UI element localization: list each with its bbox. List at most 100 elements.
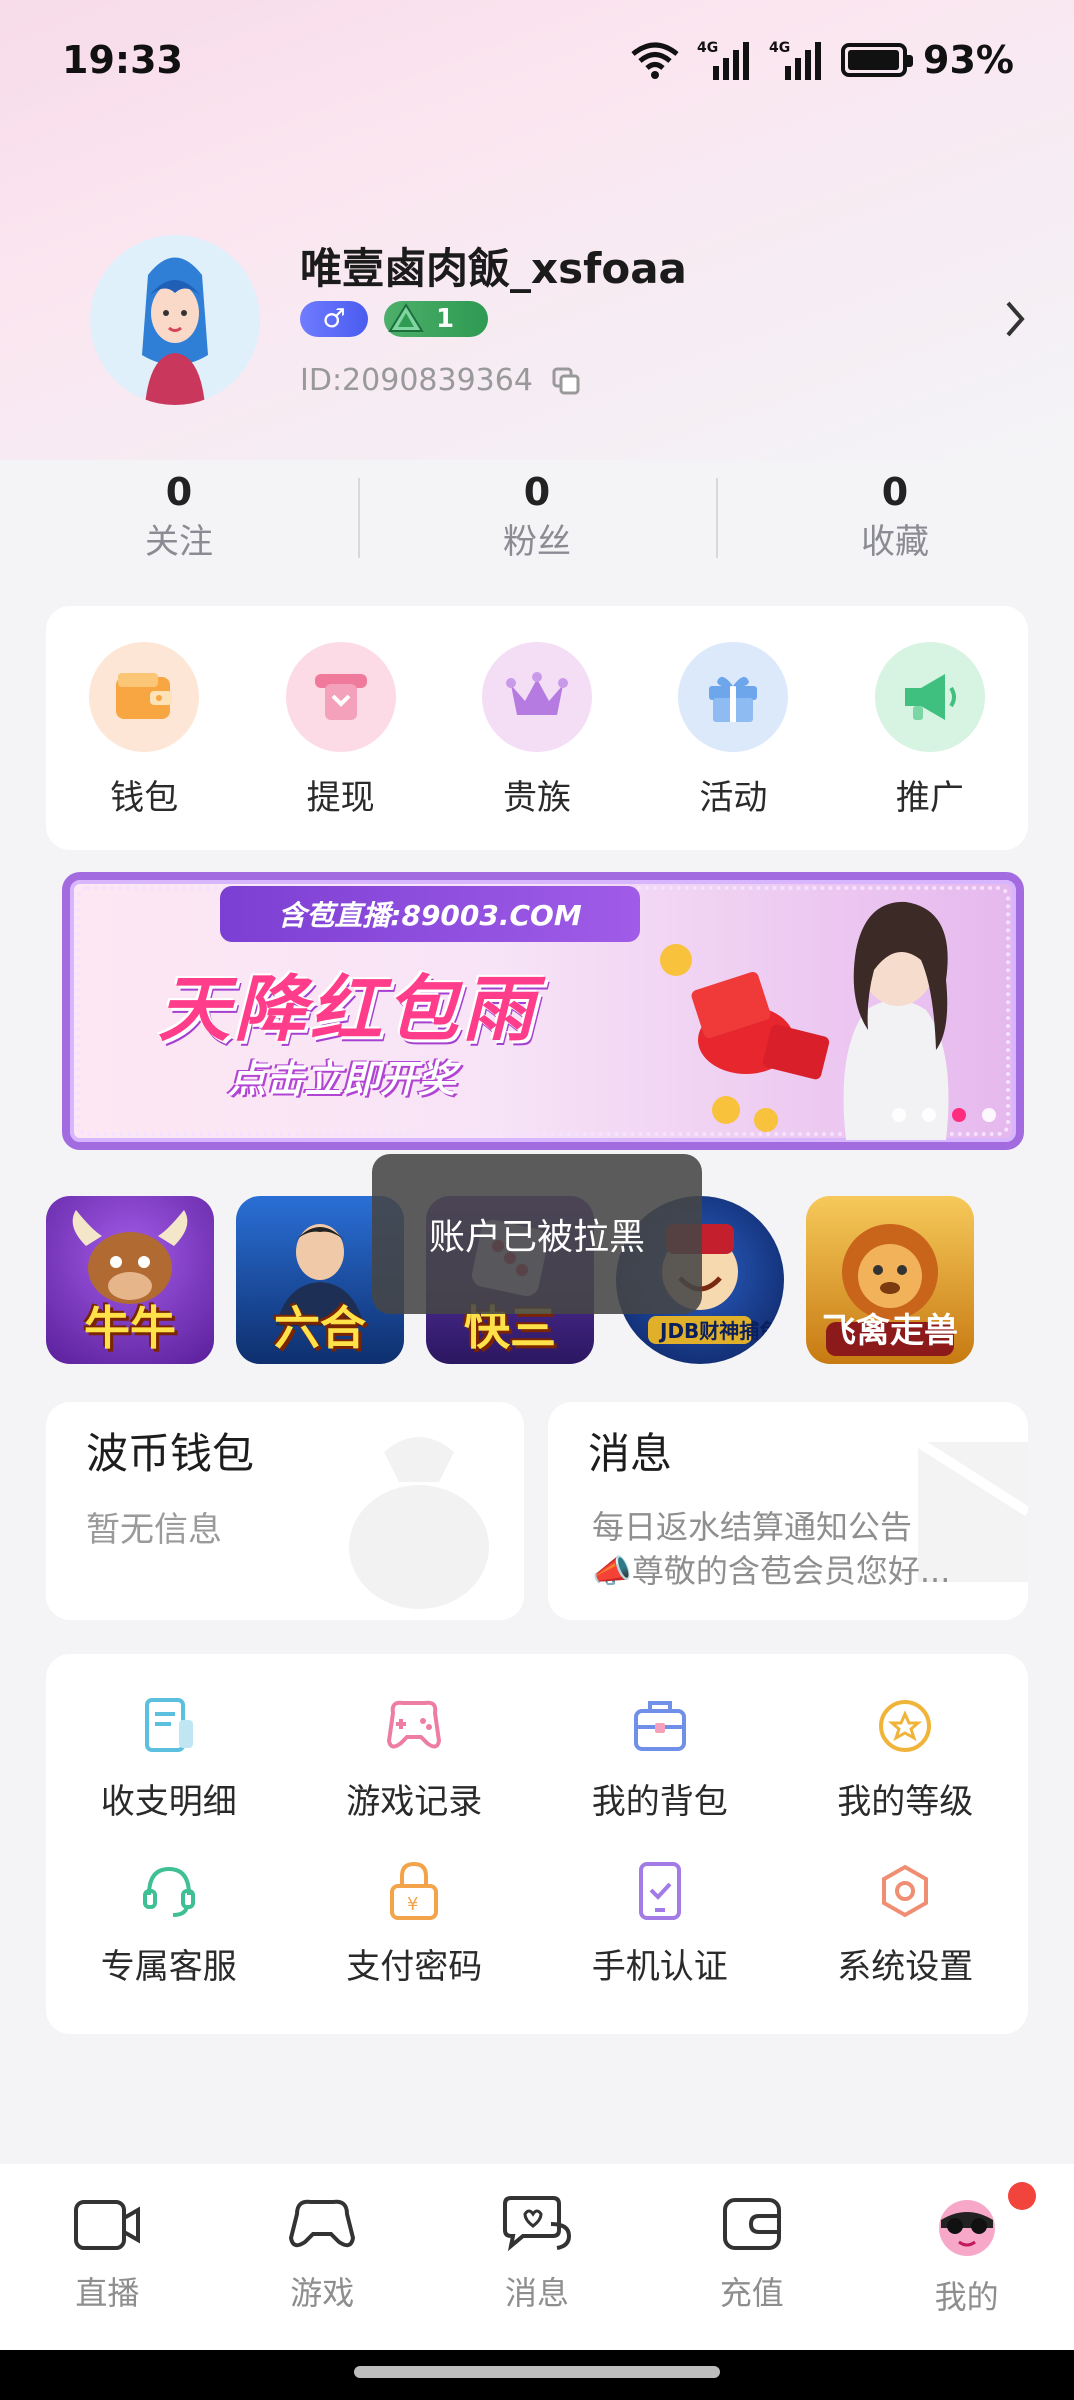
copy-icon[interactable] [551, 366, 581, 396]
menu-item-label: 支付密码 [346, 1947, 483, 1987]
menu-item-settings[interactable]: 系统设置 [783, 1859, 1029, 1988]
stat-fans[interactable]: 0 粉丝 [358, 470, 716, 570]
gamepad-icon [289, 2199, 356, 2248]
tab-messages[interactable]: 消息 [430, 2164, 645, 2350]
menu-item-label: 我的等级 [837, 1782, 974, 1822]
pager-dot [922, 1108, 936, 1122]
quick-action-nobility[interactable]: 贵族 [439, 642, 635, 850]
quick-action-wallet[interactable]: 钱包 [46, 642, 242, 850]
menu-item-label: 游戏记录 [346, 1782, 483, 1822]
menu-item-label: 系统设置 [837, 1947, 974, 1987]
menu-item-label: 手机认证 [591, 1947, 728, 1987]
tab-games[interactable]: 游戏 [215, 2164, 430, 2350]
message-card[interactable]: 消息 每日返水结算通知公告 📣尊敬的含苞会员您好... [548, 1402, 1028, 1620]
user-id-row: ID:2090839364 [300, 363, 581, 398]
menu-item-bill[interactable]: 收支明细 [46, 1694, 292, 1823]
menu-item-label: 专属客服 [100, 1947, 237, 1987]
feiqin-game-icon[interactable]: 飞禽走兽 [806, 1196, 974, 1364]
menu-item-backpack[interactable]: 我的背包 [537, 1694, 783, 1823]
menu-grid-card: 收支明细 游戏记录 我的背包 我的等级 专属客服 ¥ 支付密码 手机认证 系统设… [46, 1654, 1028, 2034]
quick-action-label: 推广 [895, 778, 964, 818]
user-id: ID:2090839364 [300, 363, 533, 398]
quick-action-promote[interactable]: 推广 [832, 642, 1028, 850]
message-line-1: 每日返水结算通知公告 [592, 1508, 913, 1546]
status-time: 19:33 [62, 38, 183, 82]
wallet-card-title: 波币钱包 [86, 1429, 255, 1478]
svg-text:¥: ¥ [407, 1894, 418, 1915]
coin-wallet-card[interactable]: 波币钱包 暂无信息 [46, 1402, 524, 1620]
chat-icon [502, 2196, 571, 2252]
wallet-card-subtitle: 暂无信息 [86, 1510, 222, 1550]
gift-icon [678, 642, 789, 752]
crown-icon [482, 642, 593, 752]
stat-label: 关注 [145, 522, 213, 562]
menu-item-payment-password[interactable]: ¥ 支付密码 [292, 1859, 538, 1988]
svg-text:JDB财神捕鱼: JDB财神捕鱼 [658, 1319, 779, 1343]
tab-recharge[interactable]: 充值 [644, 2164, 859, 2350]
menu-grid: 收支明细 游戏记录 我的背包 我的等级 专属客服 ¥ 支付密码 手机认证 系统设… [46, 1694, 1028, 1988]
chevron-right-icon[interactable] [1000, 297, 1030, 341]
status-icons: 4G 4G 93% [629, 38, 1014, 82]
tab-live[interactable]: 直播 [0, 2164, 215, 2350]
signal-icon-1: 4G [697, 40, 750, 80]
money-bag-watermark-icon [349, 1437, 489, 1609]
level-badge: 1 [384, 301, 488, 337]
tab-label: 直播 [75, 2274, 140, 2312]
message-line-2: 📣尊敬的含苞会员您好... [592, 1552, 951, 1590]
signal-icon-2: 4G [769, 40, 822, 80]
svg-text:4G: 4G [697, 40, 718, 56]
menu-item-support[interactable]: 专属客服 [46, 1859, 292, 1988]
quick-action-activity[interactable]: 活动 [635, 642, 831, 850]
gamepad-icon [382, 1694, 446, 1758]
quick-action-label: 钱包 [110, 778, 179, 818]
menu-item-label: 我的背包 [591, 1782, 728, 1822]
stat-label: 收藏 [861, 522, 929, 562]
bag-icon [628, 1694, 692, 1758]
stat-favorites[interactable]: 0 收藏 [716, 470, 1074, 570]
lock-icon: ¥ [382, 1859, 446, 1923]
bill-icon [137, 1694, 201, 1758]
message-card-title: 消息 [588, 1429, 673, 1478]
stat-label: 粉丝 [503, 522, 571, 562]
promo-banner[interactable]: 含苞直播:89003.COM 天降红包雨 点击立即开奖 [62, 872, 1024, 1150]
wifi-icon [631, 42, 679, 79]
avatar-illustration [90, 235, 260, 405]
quick-action-label: 提现 [306, 778, 375, 818]
male-icon: ♂ [322, 304, 346, 334]
tab-label: 我的 [934, 2278, 999, 2316]
stat-follow[interactable]: 0 关注 [0, 470, 358, 570]
pager-dot-active [952, 1108, 966, 1122]
tab-mine[interactable]: 我的 [859, 2164, 1074, 2350]
home-indicator[interactable] [354, 2366, 720, 2378]
banner-image [660, 901, 949, 1140]
level-gem-icon [388, 303, 424, 332]
avatar[interactable] [90, 235, 260, 405]
quick-action-label: 活动 [699, 778, 768, 818]
video-icon [74, 2200, 141, 2250]
tab-label: 消息 [504, 2274, 569, 2312]
battery-icon [841, 43, 914, 77]
banner-subtitle: 点击立即开奖 [228, 1057, 457, 1101]
profile-header[interactable]: 唯壹鹵肉飯_xsfoaa ♂ 1 ID:2090839364 [90, 235, 1030, 405]
menu-item-phone-auth[interactable]: 手机认证 [537, 1859, 783, 1988]
wallet-icon [722, 2198, 781, 2250]
wallet-icon [89, 642, 200, 752]
withdraw-icon [285, 642, 396, 752]
bottom-tab-bar: 直播 游戏 消息 充值 我的 [0, 2164, 1074, 2350]
status-bar: 19:33 4G 4G 93% [0, 0, 1074, 120]
stat-value: 0 [523, 470, 551, 514]
banner-pager [892, 1108, 996, 1122]
game-label: 飞禽走兽 [822, 1311, 958, 1351]
svg-text:4G: 4G [769, 40, 790, 56]
level-value: 1 [436, 304, 455, 334]
phone-check-icon [628, 1859, 692, 1923]
niuniu-game-icon[interactable]: 牛牛 [46, 1196, 214, 1364]
tab-label: 游戏 [290, 2274, 355, 2312]
quick-action-withdraw[interactable]: 提现 [242, 642, 438, 850]
menu-item-level[interactable]: 我的等级 [783, 1694, 1029, 1823]
toast-message: 账户已被拉黑 [372, 1154, 702, 1314]
menu-item-game-record[interactable]: 游戏记录 [292, 1694, 538, 1823]
headset-icon [137, 1859, 201, 1923]
banner-site-label: 含苞直播:89003.COM [220, 886, 640, 942]
pager-dot [982, 1108, 996, 1122]
